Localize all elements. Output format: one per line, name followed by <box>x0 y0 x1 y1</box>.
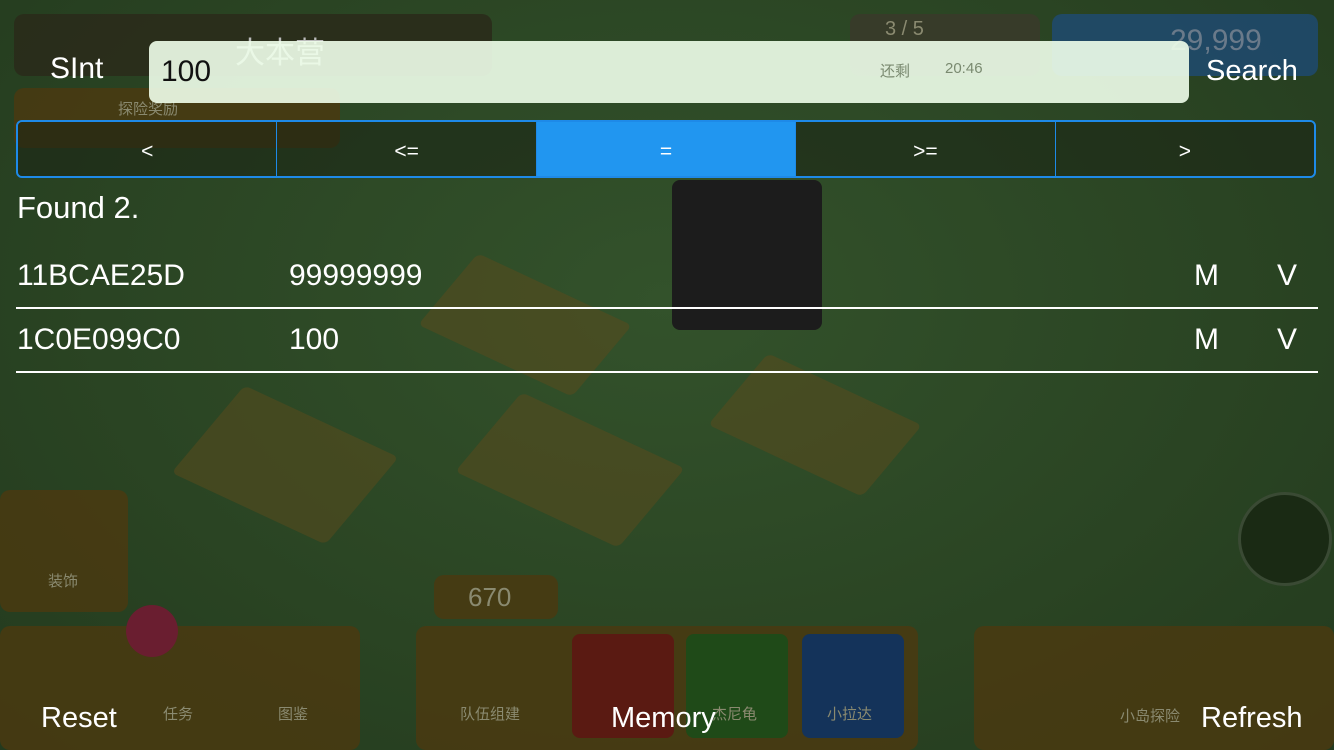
view-button[interactable]: V <box>1277 259 1297 293</box>
comparator-segmented-control: < <= = >= > <box>16 120 1316 178</box>
result-address: 11BCAE25D <box>17 259 185 292</box>
search-value-input[interactable] <box>149 41 1189 103</box>
result-address: 1C0E099C0 <box>17 323 181 356</box>
refresh-button[interactable]: Refresh <box>1201 702 1303 735</box>
game-decorate-text: 装饰 <box>48 573 79 590</box>
game-battery: 3 / 5 <box>885 18 924 40</box>
game-count: 670 <box>468 582 512 612</box>
game-pokedex: 图鉴 <box>278 706 309 723</box>
result-value: 99999999 <box>289 259 423 292</box>
pokemon-portrait-icon <box>1238 492 1332 586</box>
result-row: 11BCAE25D 99999999 M V <box>16 245 1318 309</box>
game-island: 小岛探险 <box>1120 708 1181 725</box>
game-team: 队伍组建 <box>460 706 521 723</box>
search-button[interactable]: Search <box>1206 55 1298 88</box>
result-value: 100 <box>289 323 340 356</box>
memory-button[interactable]: Memory <box>611 702 716 735</box>
value-type-label[interactable]: SInt <box>50 52 103 86</box>
comparator-ge[interactable]: >= <box>796 122 1056 176</box>
view-button[interactable]: V <box>1277 323 1297 357</box>
modify-button[interactable]: M <box>1194 323 1219 357</box>
results-status: Found 2. <box>17 190 140 225</box>
game-timer: 20:46 <box>945 60 983 77</box>
reset-button[interactable]: Reset <box>41 702 117 735</box>
comparator-gt[interactable]: > <box>1055 122 1314 176</box>
game-decorate-button <box>0 490 128 612</box>
game-pokemon2: 杰尼龟 <box>712 706 758 723</box>
comparator-eq[interactable]: = <box>536 122 797 176</box>
comparator-le[interactable]: <= <box>277 122 537 176</box>
game-pokemon3: 小拉达 <box>827 706 873 723</box>
result-row: 1C0E099C0 100 M V <box>16 309 1318 373</box>
modify-button[interactable]: M <box>1194 259 1219 293</box>
comparator-lt[interactable]: < <box>18 122 278 176</box>
game-tasks: 任务 <box>163 706 194 723</box>
alert-icon <box>126 605 178 657</box>
game-remaining: 还剩 <box>880 63 911 80</box>
